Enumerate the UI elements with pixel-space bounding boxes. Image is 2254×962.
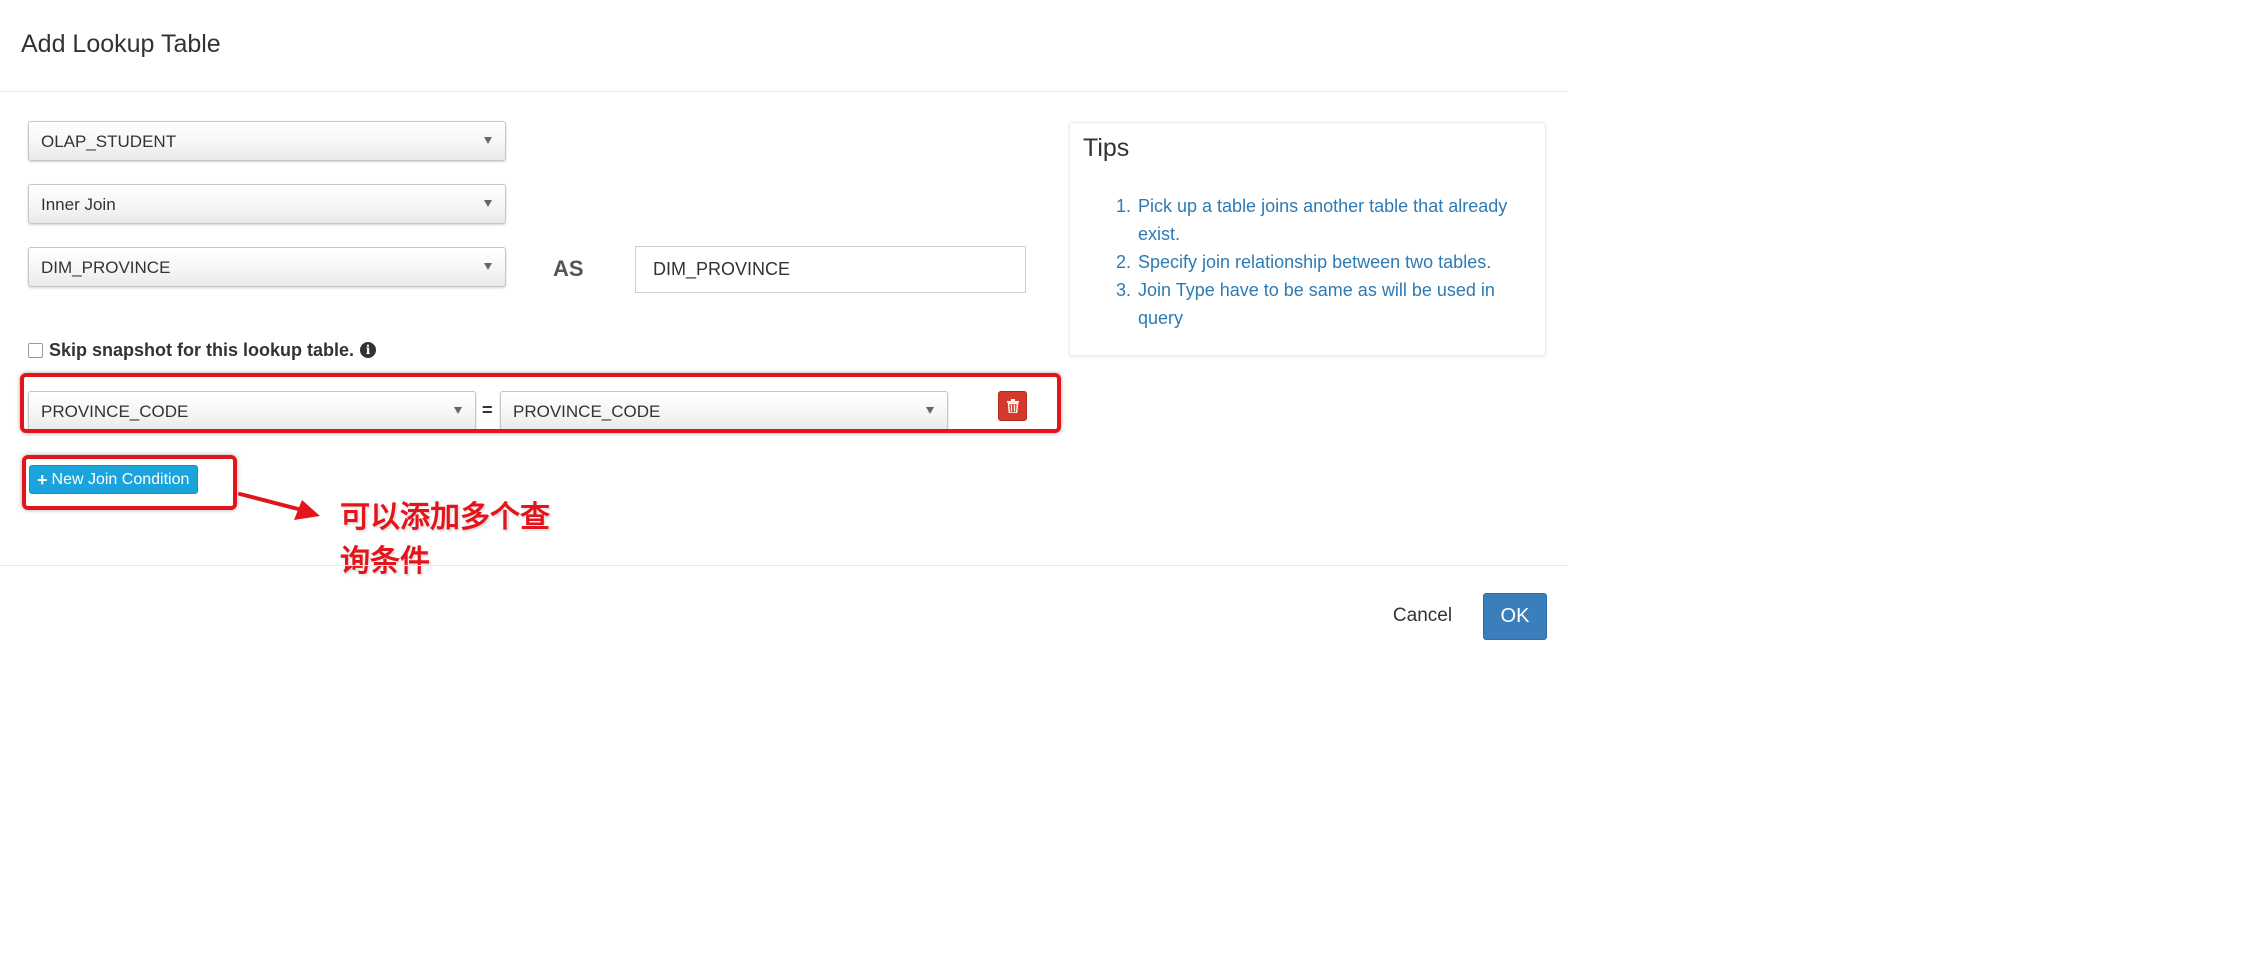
lookup-table-select-value: DIM_PROVINCE: [41, 258, 171, 277]
skip-snapshot-label: Skip snapshot for this lookup table.: [49, 339, 355, 360]
dialog-footer: [0, 565, 1568, 669]
alias-input[interactable]: [635, 246, 1026, 293]
annotation-highlight-add-button: [22, 455, 237, 510]
tips-list: 1. Pick up a table joins another table t…: [1116, 192, 1536, 332]
fact-table-select[interactable]: OLAP_STUDENT: [28, 121, 506, 161]
tip-text: Specify join relationship between two ta…: [1138, 252, 1492, 272]
skip-snapshot-row: Skip snapshot for this lookup table. i: [28, 339, 377, 360]
as-label: AS: [553, 256, 584, 281]
tips-panel: Tips 1. Pick up a table joins another ta…: [1069, 122, 1546, 356]
ok-button[interactable]: OK: [1483, 593, 1547, 640]
add-lookup-table-dialog: Add Lookup Table OLAP_STUDENT Inner Join…: [0, 0, 1568, 669]
dialog-title: Add Lookup Table: [21, 30, 221, 58]
tips-title: Tips: [1083, 134, 1130, 162]
tip-number: 1.: [1116, 196, 1132, 216]
tip-item: 2. Specify join relationship between two…: [1116, 248, 1536, 276]
tip-number: 2.: [1116, 252, 1132, 272]
dialog-header: Add Lookup Table: [0, 0, 1568, 92]
tip-item: 1. Pick up a table joins another table t…: [1116, 192, 1536, 248]
annotation-arrow-icon: [238, 492, 320, 520]
chevron-down-icon: [484, 137, 492, 144]
tip-text: Pick up a table joins another table that…: [1138, 196, 1508, 244]
fact-table-select-value: OLAP_STUDENT: [41, 132, 177, 151]
cancel-button[interactable]: Cancel: [1380, 594, 1465, 638]
chevron-down-icon: [484, 263, 492, 270]
join-type-select-value: Inner Join: [41, 195, 116, 214]
skip-snapshot-checkbox[interactable]: [28, 342, 43, 358]
chevron-down-icon: [484, 200, 492, 207]
tip-number: 3.: [1116, 280, 1132, 300]
tip-text: Join Type have to be same as will be use…: [1138, 280, 1495, 328]
annotation-highlight-join-row: [20, 373, 1061, 433]
tip-item: 3. Join Type have to be same as will be …: [1116, 276, 1536, 332]
info-icon[interactable]: i: [360, 342, 377, 358]
lookup-table-select[interactable]: DIM_PROVINCE: [28, 247, 506, 287]
join-type-select[interactable]: Inner Join: [28, 184, 506, 224]
